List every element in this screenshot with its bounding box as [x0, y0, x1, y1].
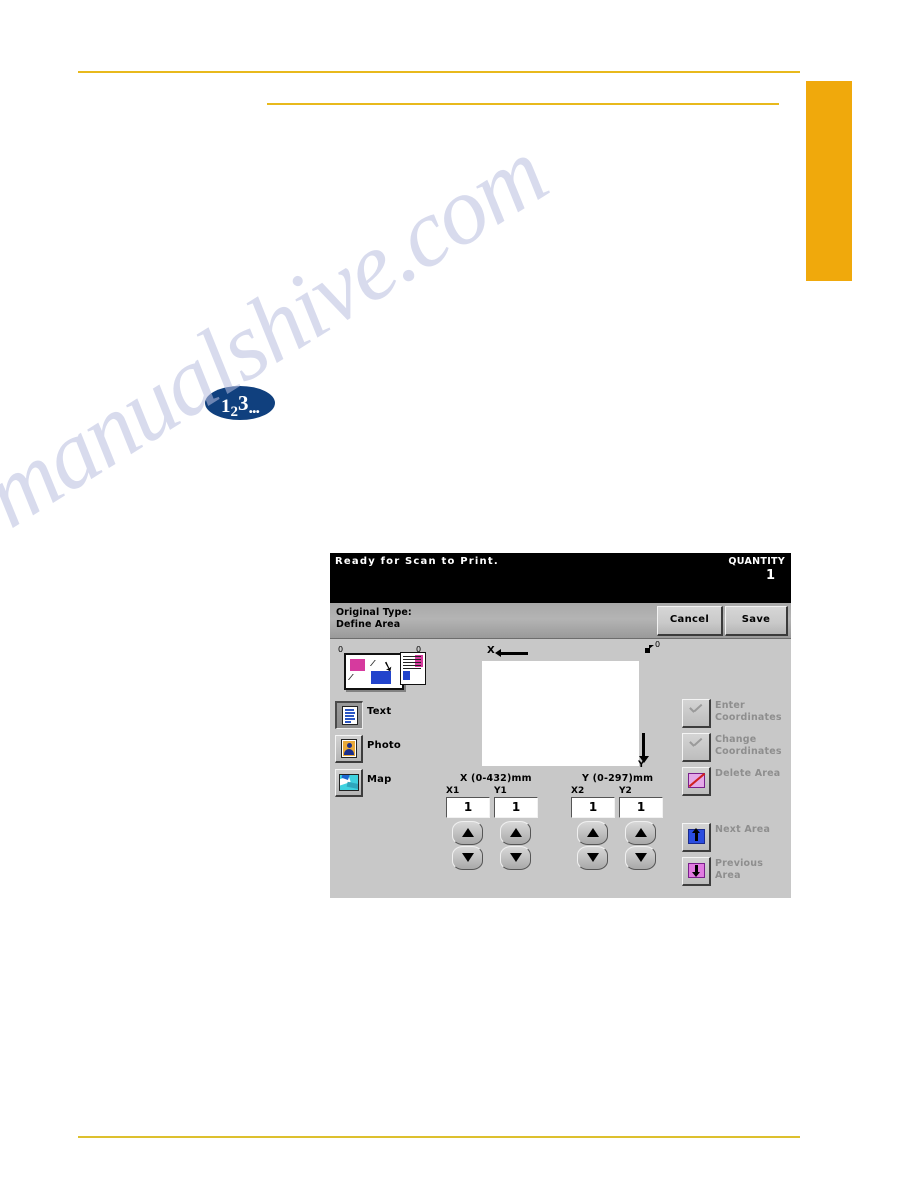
illustration-output-line: [403, 662, 421, 664]
stepper-down-y1[interactable]: [500, 846, 531, 870]
coordinate-field-x1[interactable]: 1: [446, 797, 490, 818]
mode-label-photo: Photo: [367, 740, 401, 751]
enter-coordinates-button[interactable]: [682, 699, 711, 728]
delete-area-icon: [688, 772, 706, 788]
delete-area-button[interactable]: [682, 767, 711, 796]
illustration-scribble-a: ⁄⁄: [372, 659, 373, 668]
step-digit-3: 3: [238, 391, 249, 415]
illustration-scribble-b: ⁄⁄: [350, 673, 351, 682]
coordinate-field-y1[interactable]: 1: [494, 797, 538, 818]
screen-title-bar: Original Type: Define Area Cancel Save: [330, 603, 791, 639]
chapter-side-tab: [806, 81, 852, 281]
arrow-up-icon: [688, 828, 705, 844]
previous-area-button[interactable]: [682, 857, 711, 886]
mode-button-text[interactable]: [335, 701, 363, 729]
illustration-magenta-block: [350, 659, 365, 671]
status-bar: Ready for Scan to Print. QUANTITY 1: [330, 553, 791, 603]
step-digit-2: 2: [230, 404, 239, 420]
footer-rule: [78, 1136, 800, 1138]
screen-title-line2: Define Area: [336, 619, 401, 630]
coordinate-tag-x2: X2: [571, 786, 585, 796]
stepper-up-x1[interactable]: [452, 821, 483, 845]
stepper-up-y1[interactable]: [500, 821, 531, 845]
action-label-previous-area: Previous Area: [715, 858, 764, 881]
step-number-badge: 123...: [205, 386, 275, 420]
coordinate-field-x2[interactable]: 1: [571, 797, 615, 818]
stepper-down-x1[interactable]: [452, 846, 483, 870]
illustration-output-page-icon: [400, 652, 426, 685]
action-label-next-area: Next Area: [715, 824, 771, 835]
x-range-label: X (0-432)mm: [460, 773, 532, 784]
origin-corner-icon: [645, 645, 654, 653]
map-icon: [339, 774, 359, 791]
step-ellipsis: ...: [248, 397, 260, 417]
coordinate-tag-y1: Y1: [494, 786, 507, 796]
arrow-down-icon: [688, 863, 705, 878]
save-button[interactable]: Save: [725, 606, 788, 636]
y-range-label: Y (0-297)mm: [582, 773, 654, 784]
illustration-origin-left: 0: [338, 645, 344, 654]
illustration-output-line: [403, 659, 421, 661]
preview-x-axis-label: X: [487, 645, 495, 656]
mode-label-text: Text: [367, 706, 392, 717]
illustration-output-blue: [403, 671, 410, 680]
quantity-label: QUANTITY: [728, 556, 785, 567]
y-axis-arrow-icon: [639, 733, 648, 763]
cancel-button[interactable]: Cancel: [657, 606, 723, 636]
preview-y-axis-label: Y: [638, 760, 645, 770]
quantity-value: 1: [765, 568, 775, 583]
printer-touch-panel: Ready for Scan to Print. QUANTITY 1 Orig…: [330, 553, 791, 898]
mode-label-map: Map: [367, 774, 392, 785]
coordinate-tag-x1: X1: [446, 786, 460, 796]
stepper-down-y2[interactable]: [625, 846, 656, 870]
illustration-output-line: [403, 665, 421, 667]
photo-icon: [341, 739, 357, 758]
text-icon: [342, 706, 358, 725]
check-icon: [689, 707, 702, 716]
screen-title-line1: Original Type:: [336, 607, 412, 618]
change-coordinates-button[interactable]: [682, 733, 711, 762]
stepper-down-x2[interactable]: [577, 846, 608, 870]
action-label-enter-coordinates: Enter Coordinates: [715, 700, 782, 723]
mode-button-photo[interactable]: [335, 735, 363, 763]
illustration-output-line: [403, 668, 421, 670]
screen-body: 0 0 ⁄⁄ ⁄⁄ ➘ Text Photo Map X 0 Y X (0-43…: [330, 639, 791, 898]
action-label-change-coordinates: Change Coordinates: [715, 734, 782, 757]
preview-origin-label: 0: [655, 640, 661, 649]
mode-button-map[interactable]: [335, 769, 363, 797]
step-digit-1: 1: [221, 396, 231, 417]
area-preview-canvas[interactable]: [482, 661, 639, 766]
check-icon: [689, 741, 702, 750]
original-type-illustration: 0 0 ⁄⁄ ⁄⁄ ➘: [338, 645, 428, 690]
status-message: Ready for Scan to Print.: [335, 556, 499, 567]
illustration-document-icon: ⁄⁄ ⁄⁄: [344, 653, 404, 690]
stepper-up-y2[interactable]: [625, 821, 656, 845]
stepper-up-x2[interactable]: [577, 821, 608, 845]
coordinate-field-y2[interactable]: 1: [619, 797, 663, 818]
subheader-rule: [267, 103, 779, 105]
next-area-button[interactable]: [682, 823, 711, 852]
coordinate-tag-y2: Y2: [619, 786, 632, 796]
header-rule: [78, 71, 800, 73]
illustration-output-line: [403, 656, 421, 658]
action-label-delete-area: Delete Area: [715, 768, 781, 779]
x-axis-arrow-icon: [495, 649, 528, 657]
